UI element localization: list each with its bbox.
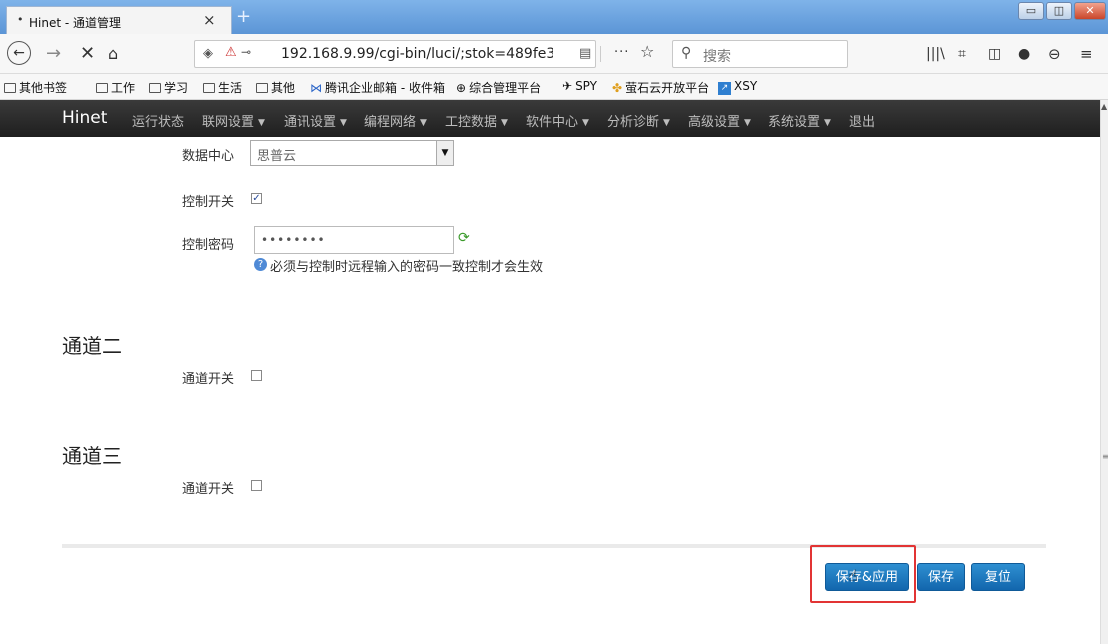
- browser-toolbar: ← → ✕ ⌂ ◈ ⚠ ⊸ 192.168.9.99/cgi-bin/luci/…: [0, 34, 1108, 74]
- menu-item[interactable]: 编程网络 ▼: [364, 111, 427, 130]
- bookmark-item[interactable]: 其他书签: [4, 79, 67, 96]
- search-placeholder: 搜索: [703, 49, 731, 65]
- datacenter-value: 思普云: [257, 149, 297, 164]
- bookmark-item[interactable]: ⊕ 综合管理平台: [456, 79, 541, 96]
- save-button[interactable]: 保存: [917, 563, 965, 591]
- mail-icon: ⋈: [310, 81, 322, 95]
- search-icon: ⚲: [681, 45, 692, 61]
- chevron-down-icon: ▼: [663, 118, 670, 128]
- library-icon[interactable]: |||\: [926, 44, 945, 64]
- bookmark-item[interactable]: ✤ 萤石云开放平台: [612, 79, 709, 96]
- control-password-label: 控制密码: [182, 238, 235, 253]
- menu-item[interactable]: 分析诊断 ▼: [607, 111, 670, 130]
- menu-item[interactable]: 软件中心 ▼: [526, 111, 589, 130]
- scroll-grip-icon[interactable]: ≡: [1102, 452, 1108, 462]
- brand-logo[interactable]: Hinet: [62, 108, 107, 128]
- hand-cursor-icon: ☝: [848, 566, 858, 585]
- chat-icon[interactable]: ●: [1018, 44, 1030, 64]
- datacenter-select[interactable]: 思普云 ▼: [250, 140, 454, 166]
- reader-view-icon[interactable]: ▤: [579, 46, 591, 61]
- datacenter-label: 数据中心: [182, 149, 235, 164]
- password-value: ••••••••: [261, 233, 326, 247]
- tab-status-dot: •: [17, 13, 24, 26]
- menu-item[interactable]: 高级设置 ▼: [688, 111, 751, 130]
- folder-icon: [203, 83, 215, 93]
- spy-icon: ✈: [562, 79, 573, 93]
- bookmark-item[interactable]: ↗ XSY: [718, 79, 757, 95]
- bookmark-star-icon[interactable]: ☆: [640, 42, 654, 61]
- forward-icon[interactable]: →: [46, 44, 61, 64]
- tab-close-icon[interactable]: ×: [203, 11, 216, 29]
- globe-icon: ⊕: [456, 81, 467, 95]
- url-text[interactable]: 192.168.9.99/cgi-bin/luci/;stok=489fe39: [281, 46, 553, 62]
- ezviz-icon: ✤: [612, 81, 623, 95]
- toolbar-divider: [600, 46, 601, 62]
- back-icon[interactable]: ←: [7, 41, 31, 65]
- search-input[interactable]: ⚲ 搜索: [672, 40, 848, 68]
- insecure-lock-icon[interactable]: ⚠: [225, 45, 237, 60]
- window-close-button[interactable]: ✕: [1074, 2, 1106, 20]
- folder-icon: [149, 83, 161, 93]
- tab-title: Hinet - 通道管理: [29, 16, 122, 30]
- password-hint: 必须与控制时远程输入的密码一致控制才会生效: [270, 260, 544, 275]
- channel3-switch-checkbox[interactable]: [251, 480, 262, 491]
- control-password-field[interactable]: ••••••••: [254, 226, 454, 254]
- chevron-down-icon: ▼: [824, 118, 831, 128]
- sidebar-icon[interactable]: ◫: [988, 44, 1001, 64]
- channel3-switch-label: 通道开关: [182, 482, 235, 497]
- minimize-button[interactable]: ▭: [1018, 2, 1044, 20]
- key-icon[interactable]: ⊸: [241, 45, 251, 59]
- chevron-down-icon: ▼: [258, 118, 265, 128]
- channel2-title: 通道二: [62, 334, 122, 358]
- reset-button[interactable]: 复位: [971, 563, 1025, 591]
- screenshot-icon[interactable]: ⌗: [958, 44, 966, 64]
- browser-tab[interactable]: • Hinet - 通道管理 ×: [6, 6, 232, 34]
- chevron-down-icon: ▼: [420, 118, 427, 128]
- menu-item[interactable]: 运行状态: [132, 111, 188, 130]
- help-icon: ?: [254, 258, 267, 271]
- bookmark-item[interactable]: ✈ SPY: [562, 79, 597, 93]
- account-icon[interactable]: ⊖: [1048, 44, 1061, 64]
- folder-icon: [4, 83, 16, 93]
- bookmark-item[interactable]: 其他: [256, 79, 295, 96]
- control-switch-checkbox[interactable]: ✓: [251, 193, 262, 204]
- chevron-down-icon: ▼: [582, 118, 589, 128]
- app-navbar: Hinet 运行状态 联网设置 ▼ 通讯设置 ▼ 编程网络 ▼ 工控数据 ▼ 软件中心 ▼…: [0, 100, 1100, 137]
- bookmark-item[interactable]: 工作: [96, 79, 135, 96]
- url-bar[interactable]: ◈ ⚠ ⊸ 192.168.9.99/cgi-bin/luci/;stok=48…: [194, 40, 596, 68]
- channel3-title: 通道三: [62, 444, 122, 468]
- chevron-down-icon: ▼: [501, 118, 508, 128]
- menu-item[interactable]: 退出: [849, 111, 875, 130]
- bookmark-item[interactable]: 学习: [149, 79, 188, 96]
- vertical-scrollbar[interactable]: ▲ ≡: [1100, 100, 1108, 644]
- bookmark-item[interactable]: 生活: [203, 79, 242, 96]
- new-tab-button[interactable]: +: [236, 6, 251, 27]
- folder-icon: [96, 83, 108, 93]
- bookmarks-bar: 其他书签 工作 学习 生活 其他 ⋈ 腾讯企业邮箱 - 收件箱 ⊕ 综合管理平台 ✈…: [0, 74, 1108, 100]
- chevron-down-icon: ▼: [744, 118, 751, 128]
- chevron-down-icon: ▼: [340, 118, 347, 128]
- control-switch-label: 控制开关: [182, 195, 235, 210]
- folder-icon: [256, 83, 268, 93]
- menu-item[interactable]: 通讯设置 ▼: [284, 111, 347, 130]
- channel2-switch-checkbox[interactable]: [251, 370, 262, 381]
- menu-item[interactable]: 联网设置 ▼: [202, 111, 265, 130]
- scroll-up-icon[interactable]: ▲: [1101, 102, 1107, 111]
- browser-tab-strip: • Hinet - 通道管理 × + ▭ ◫ ✕: [0, 0, 1108, 34]
- reveal-password-icon[interactable]: ⟳: [458, 230, 470, 246]
- restore-button[interactable]: ◫: [1046, 2, 1072, 20]
- highlight-box: [810, 545, 916, 603]
- chevron-down-icon[interactable]: ▼: [436, 141, 453, 165]
- menu-icon[interactable]: ≡: [1080, 44, 1093, 64]
- page-actions-icon[interactable]: ···: [614, 45, 629, 60]
- stop-icon[interactable]: ✕: [80, 44, 95, 64]
- bookmark-item[interactable]: ⋈ 腾讯企业邮箱 - 收件箱: [310, 79, 445, 96]
- channel2-switch-label: 通道开关: [182, 372, 235, 387]
- xsy-icon: ↗: [718, 82, 731, 95]
- menu-item[interactable]: 系统设置 ▼: [768, 111, 831, 130]
- menu-item[interactable]: 工控数据 ▼: [445, 111, 508, 130]
- shield-icon[interactable]: ◈: [203, 46, 213, 61]
- home-icon[interactable]: ⌂: [108, 44, 118, 64]
